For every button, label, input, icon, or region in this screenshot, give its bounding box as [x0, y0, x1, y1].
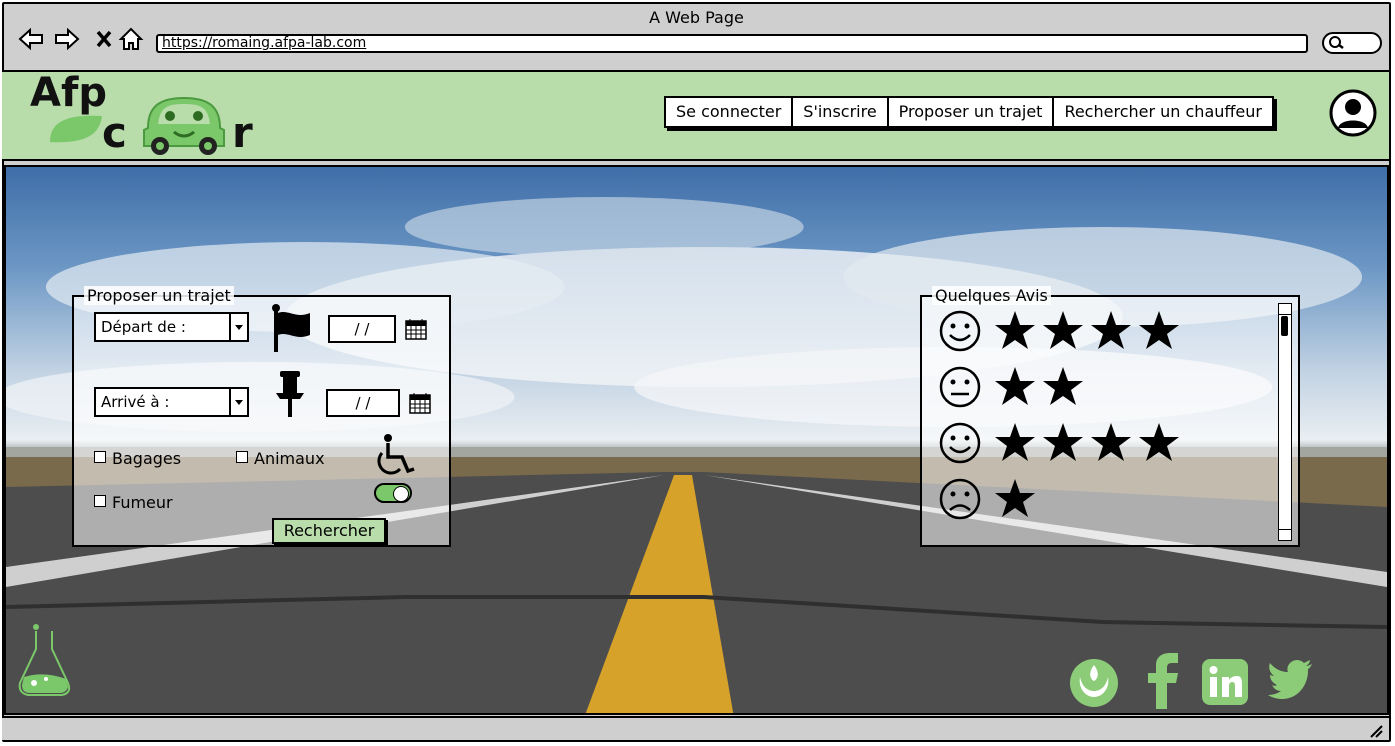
rebel-alliance-icon[interactable]	[1068, 657, 1120, 709]
calendar-icon[interactable]	[404, 317, 428, 341]
review-item	[938, 421, 1193, 467]
animaux-label: Animaux	[254, 449, 325, 468]
departure-date-input[interactable]: / /	[328, 315, 396, 343]
toggle-knob	[393, 486, 409, 502]
logo-text-r: r	[232, 108, 253, 157]
star-icon	[995, 423, 1036, 461]
scroll-down-arrow[interactable]	[1279, 529, 1291, 540]
star-icon	[995, 367, 1036, 405]
search-icon	[1329, 36, 1344, 49]
star-icon	[1139, 311, 1180, 349]
browser-titlebar: A Web Page https://romaing.afpa-lab.com	[4, 4, 1389, 72]
arrival-select[interactable]: Arrivé à :	[94, 387, 249, 417]
reviews-legend: Quelques Avis	[932, 286, 1051, 305]
browser-status-bar	[2, 716, 1389, 740]
window-title: A Web Page	[649, 8, 744, 27]
rating-stars	[995, 423, 1180, 461]
fumeur-label: Fumeur	[112, 493, 173, 512]
arrival-placeholder: Arrivé à :	[101, 393, 170, 411]
calendar-icon[interactable]	[408, 391, 432, 415]
flag-icon	[272, 304, 310, 352]
twitter-icon[interactable]	[1268, 659, 1312, 699]
accessibility-toggle[interactable]	[374, 483, 412, 503]
hero-section: Proposer un trajet Départ de : / / Arriv…	[4, 165, 1389, 715]
review-item	[938, 309, 1193, 355]
star-icon	[1043, 423, 1084, 461]
chevron-down-icon	[229, 389, 247, 415]
search-driver-button[interactable]: Rechercher un chauffeur	[1054, 98, 1272, 126]
signup-button[interactable]: S'inscrire	[793, 98, 889, 126]
star-icon	[1091, 423, 1132, 461]
rating-stars	[995, 479, 1036, 517]
linkedin-icon[interactable]	[1202, 659, 1248, 705]
bagages-checkbox[interactable]: Bagages	[94, 449, 181, 468]
departure-select[interactable]: Départ de :	[94, 312, 249, 342]
afpcar-logo[interactable]: Afp c r	[26, 70, 266, 158]
review-item	[938, 365, 1193, 411]
happy-face-icon	[939, 422, 981, 464]
checkbox-box[interactable]	[94, 495, 106, 507]
star-icon	[1043, 367, 1084, 405]
animaux-checkbox[interactable]: Animaux	[236, 449, 325, 468]
rating-stars	[995, 311, 1180, 349]
logo-text-afp: Afp	[30, 70, 107, 116]
star-icon	[1139, 423, 1180, 461]
main-nav: Se connecter S'inscrire Proposer un traj…	[664, 96, 1274, 128]
forward-arrow-icon[interactable]	[54, 26, 80, 52]
scroll-up-arrow[interactable]	[1279, 304, 1291, 315]
rating-stars	[995, 367, 1084, 405]
propose-trip-legend: Proposer un trajet	[84, 286, 234, 305]
star-icon	[1091, 311, 1132, 349]
reviews-panel: Quelques Avis	[920, 286, 1300, 547]
checkbox-box[interactable]	[94, 451, 106, 463]
facebook-icon[interactable]	[1146, 653, 1180, 709]
star-icon	[995, 479, 1036, 517]
pushpin-icon	[276, 371, 304, 417]
resize-grip-icon[interactable]	[1367, 722, 1383, 738]
bagages-label: Bagages	[112, 449, 182, 468]
afpa-lab-flask-icon	[18, 624, 71, 696]
star-icon	[995, 311, 1036, 349]
reviews-scrollbar[interactable]	[1278, 303, 1292, 541]
propose-trip-button[interactable]: Proposer un trajet	[889, 98, 1055, 126]
site-header: Afp c r Se connecter S'inscrire Proposer…	[2, 70, 1389, 161]
leaf-icon	[50, 115, 102, 143]
stop-icon[interactable]	[92, 26, 118, 52]
propose-trip-panel: Proposer un trajet Départ de : / / Arriv…	[72, 286, 451, 547]
checkbox-box[interactable]	[236, 451, 248, 463]
smiling-car-icon	[143, 96, 225, 155]
departure-placeholder: Départ de :	[101, 318, 186, 336]
scroll-thumb[interactable]	[1281, 316, 1288, 336]
browser-search[interactable]	[1322, 32, 1382, 54]
login-button[interactable]: Se connecter	[666, 98, 794, 126]
logo-text-c: c	[102, 108, 127, 157]
search-trip-button[interactable]: Rechercher	[272, 518, 386, 544]
star-icon	[1043, 311, 1084, 349]
url-bar[interactable]: https://romaing.afpa-lab.com	[156, 34, 1308, 53]
home-icon[interactable]	[118, 26, 144, 52]
wheelchair-icon	[377, 434, 415, 475]
sad-face-icon	[939, 478, 981, 520]
user-avatar-icon[interactable]	[1328, 88, 1378, 138]
arrival-date-input[interactable]: / /	[326, 389, 400, 417]
back-arrow-icon[interactable]	[18, 26, 44, 52]
fumeur-checkbox[interactable]: Fumeur	[94, 493, 173, 512]
review-item	[938, 477, 1193, 523]
neutral-face-icon	[939, 366, 981, 408]
happy-face-icon	[939, 310, 981, 352]
chevron-down-icon	[229, 314, 247, 340]
